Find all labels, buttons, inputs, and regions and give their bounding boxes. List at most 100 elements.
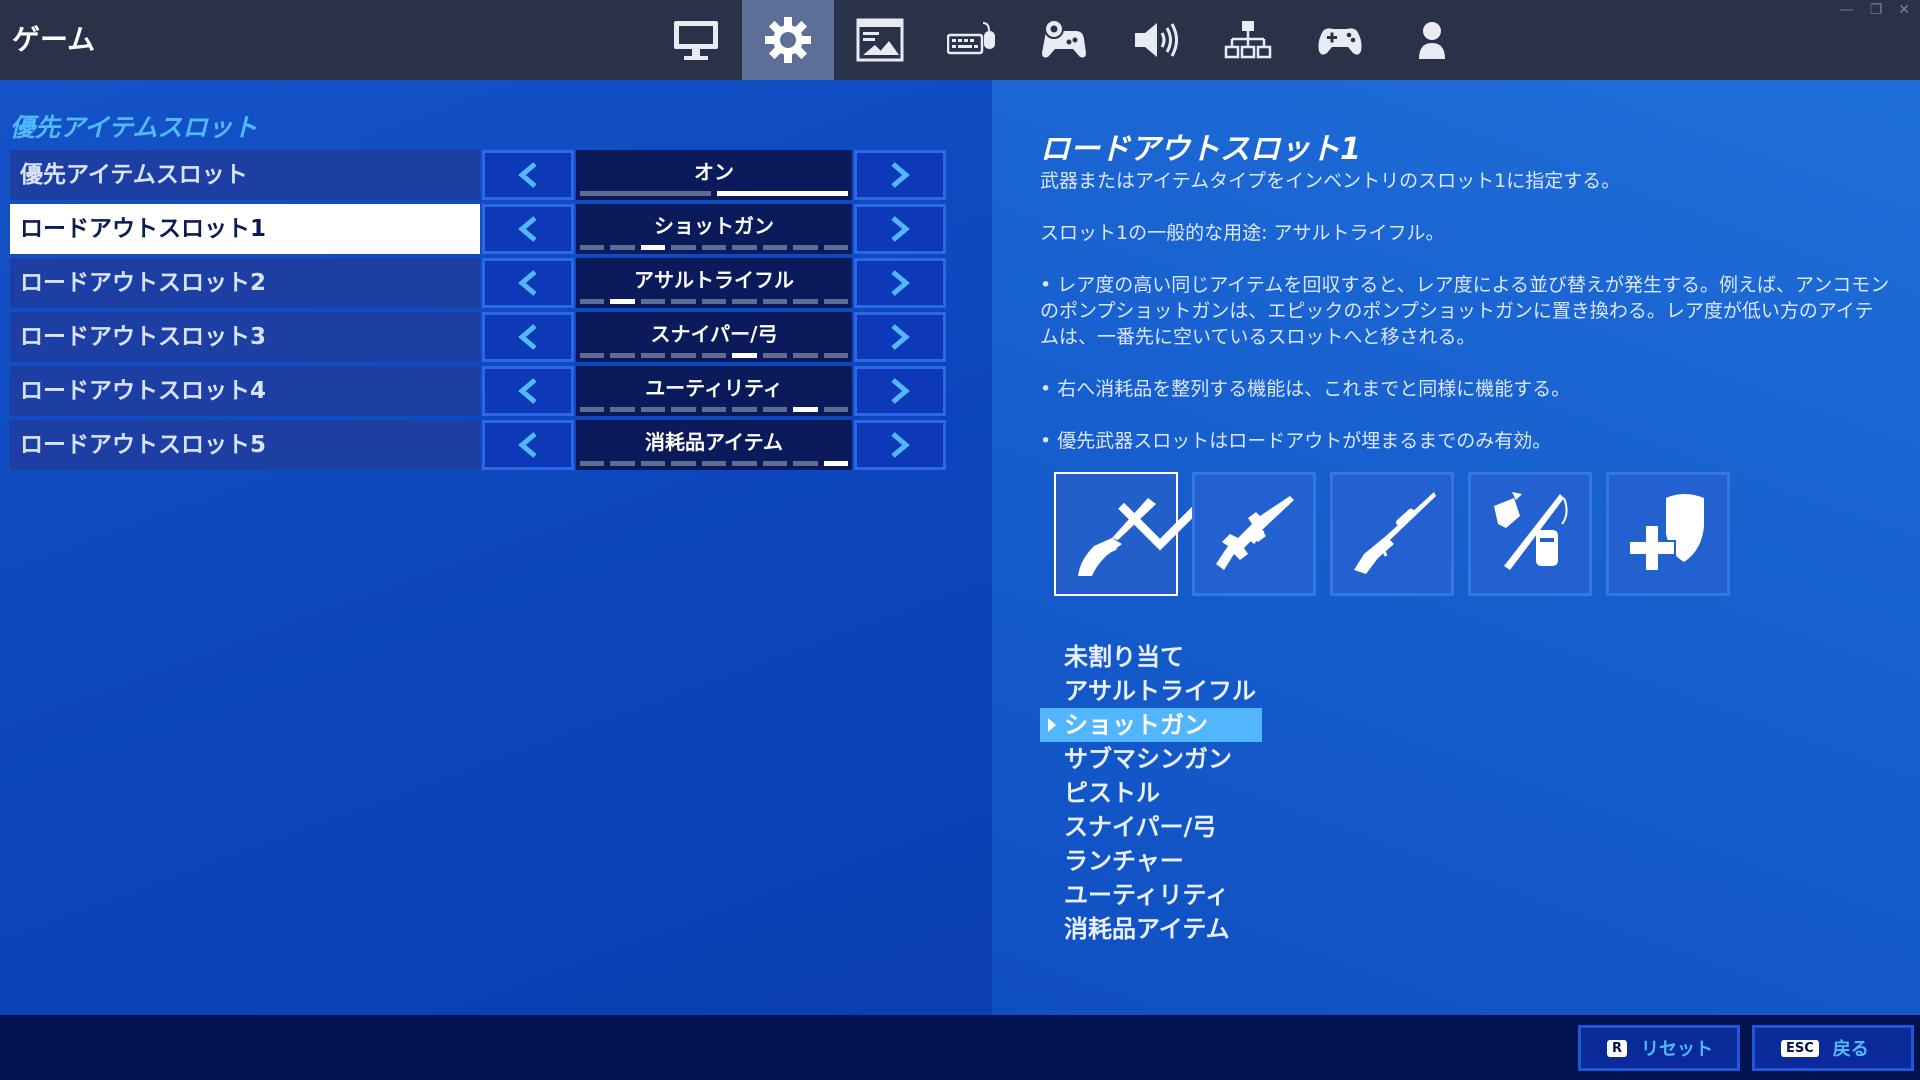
item-type-option[interactable]: ショットガン — [1040, 708, 1262, 742]
setting-label[interactable]: ロードアウトスロット4 — [10, 366, 480, 416]
description-title: ロードアウトスロット1 — [1040, 132, 1361, 167]
assault-rifle-icon — [1216, 496, 1294, 570]
screen-title: ゲーム — [12, 23, 96, 56]
setting-label[interactable]: ロードアウトスロット1 — [10, 204, 480, 254]
chevron-left-icon — [518, 216, 537, 242]
value-pip — [610, 245, 635, 250]
item-type-option[interactable]: アサルトライフル — [1040, 674, 1262, 708]
setting-row[interactable]: ロードアウトスロット4 ユーティリティ — [10, 364, 950, 418]
settings-tabs — [650, 0, 1478, 80]
previous-value-button[interactable] — [482, 312, 574, 362]
previous-value-button[interactable] — [482, 150, 574, 200]
description-paragraph: • 優先武器スロットはロードアウトが埋まるまでのみ有効。 — [1040, 430, 1552, 452]
option-label: ユーティリティ — [1064, 881, 1230, 909]
value-pip — [640, 353, 666, 358]
option-label: 消耗品アイテム — [1064, 915, 1230, 943]
tab-controller-settings[interactable] — [1018, 0, 1110, 80]
chevron-right-icon — [891, 324, 910, 350]
item-type-option[interactable]: ランチャー — [1040, 844, 1262, 878]
setting-label[interactable]: ロードアウトスロット2 — [10, 258, 480, 308]
speaker-icon — [1135, 23, 1178, 57]
setting-value: オン — [576, 150, 852, 200]
hud-icon — [856, 18, 904, 62]
minimize-icon[interactable]: — — [1840, 2, 1854, 18]
item-type-option[interactable]: ユーティリティ — [1040, 878, 1262, 912]
previous-value-button[interactable] — [482, 366, 574, 416]
chevron-right-icon — [891, 432, 910, 458]
value-pip — [580, 191, 711, 196]
value-pip — [823, 353, 848, 358]
value-indicator — [580, 245, 848, 250]
value-pip — [732, 461, 757, 466]
utility-icon — [1494, 492, 1568, 570]
setting-label[interactable]: ロードアウトスロット3 — [10, 312, 480, 362]
setting-label[interactable]: ロードアウトスロット5 — [10, 420, 480, 470]
tab-keyboard[interactable] — [926, 0, 1018, 80]
restore-icon[interactable]: ❐ — [1870, 2, 1883, 18]
value-pip — [823, 299, 848, 304]
value-indicator — [580, 353, 848, 358]
item-type-option[interactable]: 未割り当て — [1040, 640, 1262, 674]
value-pip — [823, 245, 848, 250]
monitor-icon — [674, 21, 718, 60]
setting-value-text: ショットガン — [654, 214, 774, 238]
item-slot-consumable — [1606, 472, 1730, 596]
main-panel: 優先アイテムスロット 優先アイテムスロット オン ロードアウトスロット1 ショットガン… — [0, 80, 1920, 1015]
gear-icon — [765, 17, 811, 63]
previous-value-button[interactable] — [482, 204, 574, 254]
chevron-left-icon — [518, 324, 537, 350]
option-label: サブマシンガン — [1064, 745, 1232, 773]
next-value-button[interactable] — [854, 150, 946, 200]
next-value-button[interactable] — [854, 258, 946, 308]
close-icon[interactable]: ✕ — [1898, 2, 1910, 18]
setting-row[interactable]: 優先アイテムスロット オン — [10, 148, 950, 202]
reset-button[interactable]: R リセット — [1578, 1025, 1740, 1071]
value-pip — [732, 245, 757, 250]
tab-game[interactable] — [742, 0, 834, 80]
chevron-right-icon — [891, 270, 910, 296]
setting-row[interactable]: ロードアウトスロット3 スナイパー/弓 — [10, 310, 950, 364]
back-button[interactable]: ESC 戻る — [1752, 1025, 1914, 1071]
value-pip — [823, 461, 848, 466]
item-slot-shotgun — [1054, 472, 1202, 596]
tab-account[interactable] — [1202, 0, 1294, 80]
value-pip — [640, 407, 666, 412]
setting-value: アサルトライフル — [576, 258, 852, 308]
setting-row[interactable]: ロードアウトスロット2 アサルトライフル — [10, 256, 950, 310]
value-pip — [793, 353, 818, 358]
next-value-button[interactable] — [854, 312, 946, 362]
tab-audio[interactable] — [1110, 0, 1202, 80]
next-value-button[interactable] — [854, 420, 946, 470]
setting-value-text: スナイパー/弓 — [650, 322, 778, 346]
item-type-option[interactable]: ピストル — [1040, 776, 1262, 810]
back-label: 戻る — [1832, 1039, 1869, 1060]
item-type-option[interactable]: スナイパー/弓 — [1040, 810, 1262, 844]
item-type-options: 未割り当てアサルトライフルショットガン サブマシンガン ピストルスナイパー/弓 ランチ… — [1040, 640, 1440, 946]
option-label: ショットガン — [1064, 711, 1208, 739]
setting-row[interactable]: ロードアウトスロット1 ショットガン — [10, 202, 950, 256]
option-label: ピストル — [1064, 779, 1160, 807]
consumable-icon — [1628, 494, 1704, 572]
item-type-option[interactable]: サブマシンガン — [1040, 742, 1262, 776]
item-type-option[interactable]: 消耗品アイテム — [1040, 912, 1262, 946]
next-value-button[interactable] — [854, 204, 946, 254]
next-value-button[interactable] — [854, 366, 946, 416]
option-label: 未割り当て — [1064, 643, 1184, 671]
tab-video[interactable] — [650, 0, 742, 80]
user-icon — [1419, 22, 1445, 59]
tab-profile[interactable] — [1386, 0, 1478, 80]
value-pip — [610, 461, 635, 466]
network-icon — [1224, 21, 1272, 59]
selected-triangle-icon — [1048, 718, 1056, 732]
tab-controller[interactable] — [1294, 0, 1386, 80]
previous-value-button[interactable] — [482, 420, 574, 470]
value-pip — [610, 407, 635, 412]
value-pip — [701, 353, 727, 358]
value-pip — [793, 461, 818, 466]
tab-hud[interactable] — [834, 0, 926, 80]
setting-label[interactable]: 優先アイテムスロット — [10, 150, 480, 200]
value-pip — [732, 353, 757, 358]
previous-value-button[interactable] — [482, 258, 574, 308]
setting-value-text: 消耗品アイテム — [645, 430, 783, 454]
setting-row[interactable]: ロードアウトスロット5 消耗品アイテム — [10, 418, 950, 472]
